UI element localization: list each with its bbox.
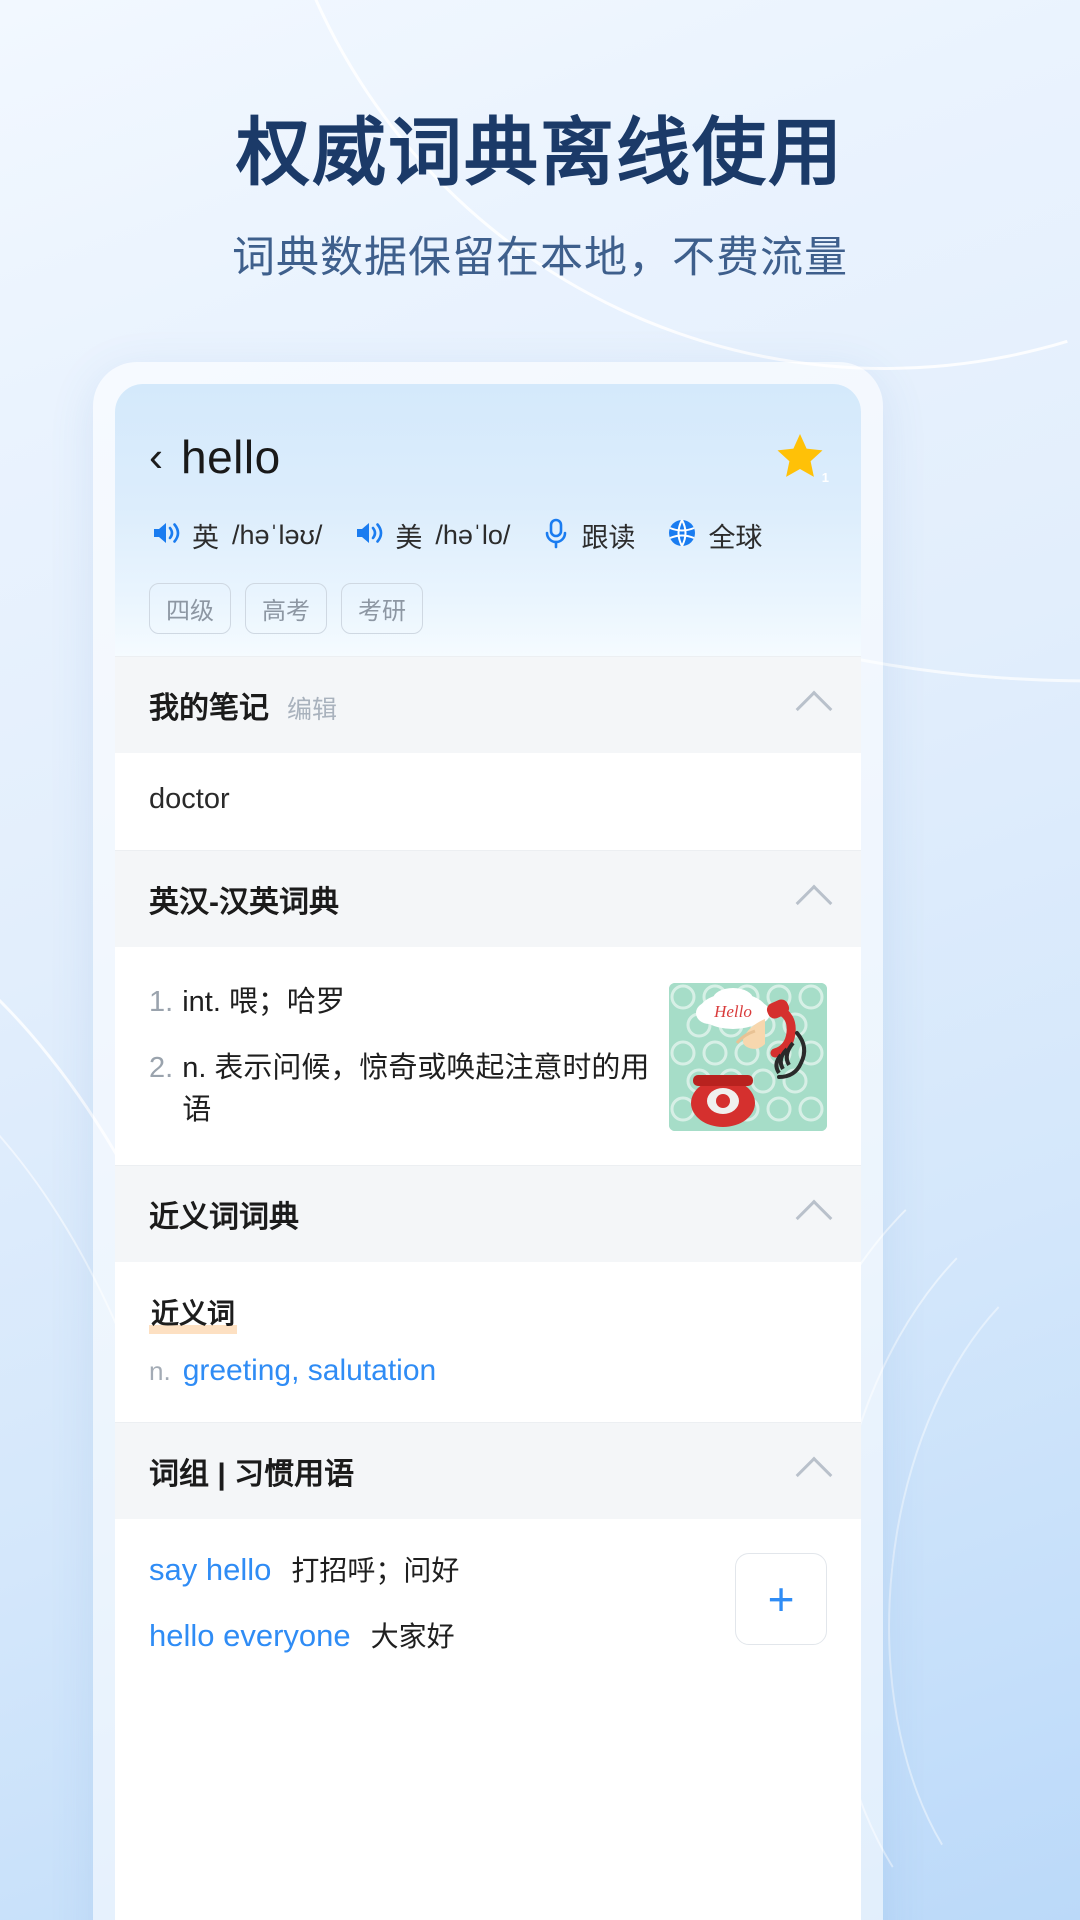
section-header-left: 我的笔记 编辑 <box>149 683 337 727</box>
definition-item: 2. n. 表示问候，惊奇或唤起注意时的用语 <box>149 1047 651 1131</box>
exam-tag-gaokao[interactable]: 高考 <box>245 583 327 634</box>
exam-tag-row: 四级 高考 考研 <box>149 583 827 634</box>
section-header-my-notes[interactable]: 我的笔记 编辑 <box>115 656 861 753</box>
favorite-badge: 1 <box>821 470 829 485</box>
synonym-label: 近义词 <box>149 1292 238 1335</box>
chevron-up-icon[interactable] <box>795 690 833 728</box>
speaker-icon <box>149 516 183 555</box>
definition-text: int. 喂；哈罗 <box>182 986 345 1018</box>
chevron-left-icon[interactable]: ‹ <box>149 436 163 478</box>
hello-telephone-illustration[interactable]: Hello <box>669 983 827 1131</box>
globe-icon <box>665 516 699 555</box>
section-header-left: 英汉-汉英词典 <box>149 877 339 921</box>
add-phrase-button[interactable]: + <box>735 1553 827 1646</box>
section-title-ec-ce-dictionary: 英汉-汉英词典 <box>149 886 339 919</box>
follow-read-label: 跟读 <box>581 523 636 553</box>
microphone-icon <box>540 516 572 555</box>
note-content: doctor <box>149 783 230 815</box>
pronunciation-us[interactable]: 美 /həˈlo/ <box>352 516 510 555</box>
pronunciation-uk[interactable]: 英 /həˈləʊ/ <box>149 516 322 555</box>
word-detail-header: ‹ hello 1 英 /həˈləʊ/ 美 /həˈlo/ 跟读 全球 四级 … <box>115 384 861 656</box>
pronunciation-uk-ipa: /həˈləʊ/ <box>232 520 323 550</box>
pronunciation-us-label: 美 <box>395 523 423 553</box>
synonym-words[interactable]: greeting, salutation <box>183 1354 437 1388</box>
edit-notes-button[interactable]: 编辑 <box>287 690 337 726</box>
speaker-icon <box>352 516 386 555</box>
exam-tag-cet4[interactable]: 四级 <box>149 583 231 634</box>
section-header-synonym-dictionary[interactable]: 近义词词典 <box>115 1165 861 1263</box>
synonym-line: n. greeting, salutation <box>149 1354 827 1388</box>
section-title-my-notes: 我的笔记 <box>149 692 269 725</box>
exam-tag-kaoyan[interactable]: 考研 <box>341 583 423 634</box>
svg-text:Hello: Hello <box>713 1002 752 1021</box>
list-item[interactable]: hello everyone 大家好 <box>149 1615 735 1655</box>
phone-mockup: ‹ hello 1 英 /həˈləʊ/ 美 /həˈlo/ 跟读 全球 四级 … <box>93 362 883 1920</box>
pronunciation-us-ipa: /həˈlo/ <box>435 520 511 550</box>
promo-subtitle: 词典数据保留在本地，不费流量 <box>232 234 848 283</box>
section-header-left: 词组 | 习惯用语 <box>149 1449 354 1493</box>
promo-title: 权威词典离线使用 <box>236 111 844 194</box>
chevron-up-icon[interactable] <box>795 1199 833 1237</box>
synonym-part-of-speech: n. <box>149 1356 171 1387</box>
phrase-chinese: 打招呼；问好 <box>291 1555 460 1587</box>
section-title-synonym-dictionary: 近义词词典 <box>149 1201 299 1235</box>
section-body-phrases: say hello 打招呼；问好 hello everyone 大家好 + <box>115 1519 861 1692</box>
pronunciation-uk-label: 英 <box>192 523 219 553</box>
section-body-ec-ce-dictionary: 1. int. 喂；哈罗 2. n. 表示问候，惊奇或唤起注意时的用语 Hell… <box>115 947 861 1166</box>
title-left-group: ‹ hello <box>149 430 281 484</box>
promo-headline-block: 权威词典离线使用 词典数据保留在本地，不费流量 <box>0 112 1080 285</box>
definition-item: 1. int. 喂；哈罗 <box>149 981 651 1023</box>
definition-number: 2. <box>149 1052 174 1085</box>
global-pronunciation-label: 全球 <box>708 523 763 553</box>
chevron-up-icon[interactable] <box>795 1456 833 1494</box>
phrase-chinese: 大家好 <box>370 1621 455 1653</box>
app-screen: ‹ hello 1 英 /həˈləʊ/ 美 /həˈlo/ 跟读 全球 四级 … <box>115 384 861 1920</box>
phrase-list: say hello 打招呼；问好 hello everyone 大家好 <box>149 1549 735 1681</box>
section-body-my-notes: doctor <box>115 753 861 850</box>
phrase-english[interactable]: say hello <box>149 1552 271 1588</box>
star-icon[interactable]: 1 <box>773 430 829 485</box>
chevron-up-icon[interactable] <box>795 884 833 922</box>
global-pronunciation-button[interactable]: 全球 <box>665 516 762 555</box>
definition-text: n. 表示问候，惊奇或唤起注意时的用语 <box>182 1052 650 1127</box>
phrase-english[interactable]: hello everyone <box>149 1618 351 1654</box>
section-body-synonym-dictionary: 近义词 n. greeting, salutation <box>115 1262 861 1423</box>
section-title-phrases: 词组 | 习惯用语 <box>149 1458 355 1492</box>
page-title: hello <box>181 431 281 483</box>
definition-wrapper: 1. int. 喂；哈罗 2. n. 表示问候，惊奇或唤起注意时的用语 Hell… <box>149 977 827 1131</box>
definition-list: 1. int. 喂；哈罗 2. n. 表示问候，惊奇或唤起注意时的用语 <box>149 977 651 1131</box>
follow-read-button[interactable]: 跟读 <box>540 516 635 555</box>
title-row: ‹ hello 1 <box>149 430 829 485</box>
section-header-ec-ce-dictionary[interactable]: 英汉-汉英词典 <box>115 850 861 947</box>
list-item[interactable]: say hello 打招呼；问好 <box>149 1549 735 1589</box>
section-header-phrases[interactable]: 词组 | 习惯用语 <box>115 1422 861 1520</box>
definition-number: 1. <box>149 986 174 1018</box>
pronunciation-row: 英 /həˈləʊ/ 美 /həˈlo/ 跟读 全球 <box>149 516 827 555</box>
section-header-left: 近义词词典 <box>149 1192 299 1236</box>
